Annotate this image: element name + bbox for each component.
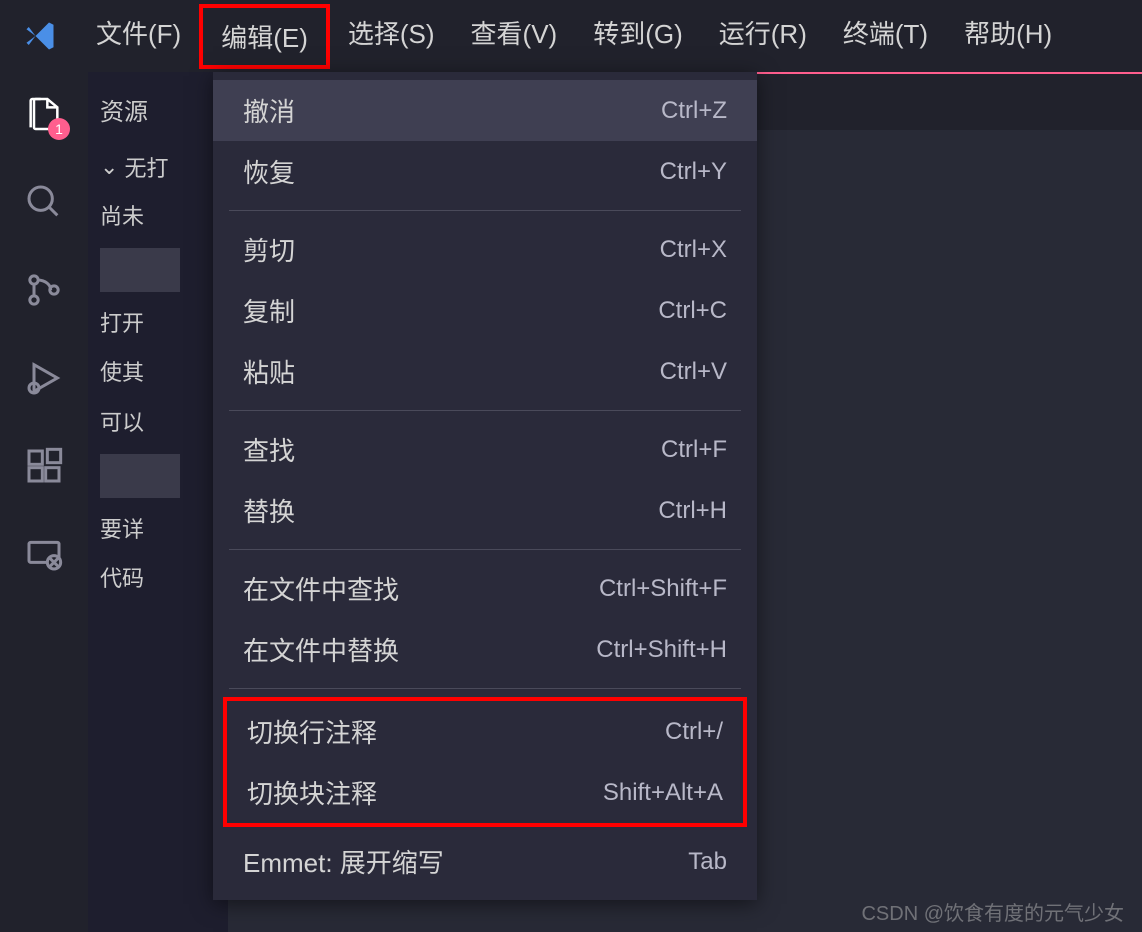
- sidebar-title: 资源: [100, 92, 216, 127]
- menubar: 文件(F) 编辑(E) 选择(S) 查看(V) 转到(G) 运行(R) 终端(T…: [0, 0, 1142, 72]
- sidebar-section[interactable]: ⌄ 无打: [100, 151, 216, 183]
- menu-item-label: 切换块注释: [247, 774, 377, 811]
- remote-icon[interactable]: [20, 530, 68, 578]
- menu-find[interactable]: 查找 Ctrl+F: [213, 419, 757, 480]
- menu-find-in-files[interactable]: 在文件中查找 Ctrl+Shift+F: [213, 558, 757, 619]
- menu-separator: [229, 549, 741, 550]
- menu-paste[interactable]: 粘贴 Ctrl+V: [213, 341, 757, 402]
- menu-edit[interactable]: 编辑(E): [199, 4, 330, 69]
- menu-item-label: 在文件中替换: [243, 631, 399, 668]
- menu-item-shortcut: Ctrl+Z: [661, 97, 727, 125]
- search-icon[interactable]: [20, 178, 68, 226]
- menu-item-shortcut: Ctrl+F: [661, 436, 727, 464]
- menu-view[interactable]: 查看(V): [453, 4, 576, 69]
- menu-separator: [229, 688, 741, 689]
- menu-item-shortcut: Ctrl+X: [660, 236, 727, 264]
- menu-item-label: 查找: [243, 431, 295, 468]
- menu-item-shortcut: Ctrl+V: [660, 358, 727, 386]
- sidebar-text-3: 可以: [100, 405, 216, 440]
- menu-separator: [229, 410, 741, 411]
- sidebar-text-2b: 使其: [100, 355, 216, 390]
- source-control-icon[interactable]: [20, 266, 68, 314]
- menu-toggle-block-comment[interactable]: 切换块注释 Shift+Alt+A: [227, 762, 743, 823]
- menu-item-label: 粘贴: [243, 353, 295, 390]
- menu-item-label: 剪切: [243, 231, 295, 268]
- menu-item-label: 在文件中查找: [243, 570, 399, 607]
- menu-item-shortcut: Ctrl+C: [658, 297, 727, 325]
- menu-items: 文件(F) 编辑(E) 选择(S) 查看(V) 转到(G) 运行(R) 终端(T…: [78, 4, 1070, 69]
- sidebar-button-1[interactable]: [100, 248, 180, 292]
- menu-item-label: Emmet: 展开缩写: [243, 843, 444, 880]
- menu-toggle-line-comment[interactable]: 切换行注释 Ctrl+/: [227, 701, 743, 762]
- sidebar-section-label: 无打: [124, 151, 168, 183]
- menu-item-label: 替换: [243, 492, 295, 529]
- sidebar-text-2a: 打开: [100, 306, 216, 341]
- menu-copy[interactable]: 复制 Ctrl+C: [213, 280, 757, 341]
- sidebar-text-4a: 要详: [100, 512, 216, 547]
- menu-replace-in-files[interactable]: 在文件中替换 Ctrl+Shift+H: [213, 619, 757, 680]
- highlighted-comment-group: 切换行注释 Ctrl+/ 切换块注释 Shift+Alt+A: [223, 697, 747, 827]
- menu-cut[interactable]: 剪切 Ctrl+X: [213, 219, 757, 280]
- sidebar: 资源 ⌄ 无打 尚未 打开 使其 可以 要详 代码: [88, 72, 228, 932]
- explorer-icon[interactable]: 1: [20, 90, 68, 138]
- sidebar-button-2[interactable]: [100, 454, 180, 498]
- menu-run[interactable]: 运行(R): [701, 4, 825, 69]
- menu-item-shortcut: Tab: [688, 848, 727, 876]
- activitybar: 1: [0, 72, 88, 932]
- menu-go[interactable]: 转到(G): [575, 4, 701, 69]
- menu-item-label: 恢复: [243, 153, 295, 190]
- menu-item-label: 撤消: [243, 92, 295, 129]
- menu-item-shortcut: Ctrl+Y: [660, 158, 727, 186]
- extensions-icon[interactable]: [20, 442, 68, 490]
- sidebar-text-4b: 代码: [100, 561, 216, 596]
- menu-item-shortcut: Ctrl+Shift+H: [596, 636, 727, 664]
- sidebar-text-1: 尚未: [100, 199, 216, 234]
- menu-select[interactable]: 选择(S): [330, 4, 453, 69]
- menu-item-shortcut: Ctrl+H: [658, 497, 727, 525]
- menu-undo[interactable]: 撤消 Ctrl+Z: [213, 80, 757, 141]
- menu-item-label: 切换行注释: [247, 713, 377, 750]
- run-debug-icon[interactable]: [20, 354, 68, 402]
- chevron-down-icon: ⌄: [100, 154, 118, 180]
- menu-item-shortcut: Ctrl+Shift+F: [599, 575, 727, 603]
- menu-item-shortcut: Ctrl+/: [665, 718, 723, 746]
- menu-separator: [229, 210, 741, 211]
- explorer-badge: 1: [48, 118, 70, 140]
- menu-item-label: 复制: [243, 292, 295, 329]
- menu-redo[interactable]: 恢复 Ctrl+Y: [213, 141, 757, 202]
- menu-file[interactable]: 文件(F): [78, 4, 199, 69]
- menu-terminal[interactable]: 终端(T): [825, 4, 946, 69]
- menu-replace[interactable]: 替换 Ctrl+H: [213, 480, 757, 541]
- menu-help[interactable]: 帮助(H): [946, 4, 1070, 69]
- watermark: CSDN @饮食有度的元气少女: [861, 897, 1124, 926]
- menu-item-shortcut: Shift+Alt+A: [603, 779, 723, 807]
- edit-menu-dropdown: 撤消 Ctrl+Z 恢复 Ctrl+Y 剪切 Ctrl+X 复制 Ctrl+C …: [213, 72, 757, 900]
- vscode-logo-icon: [20, 16, 60, 56]
- menu-emmet-expand[interactable]: Emmet: 展开缩写 Tab: [213, 831, 757, 892]
